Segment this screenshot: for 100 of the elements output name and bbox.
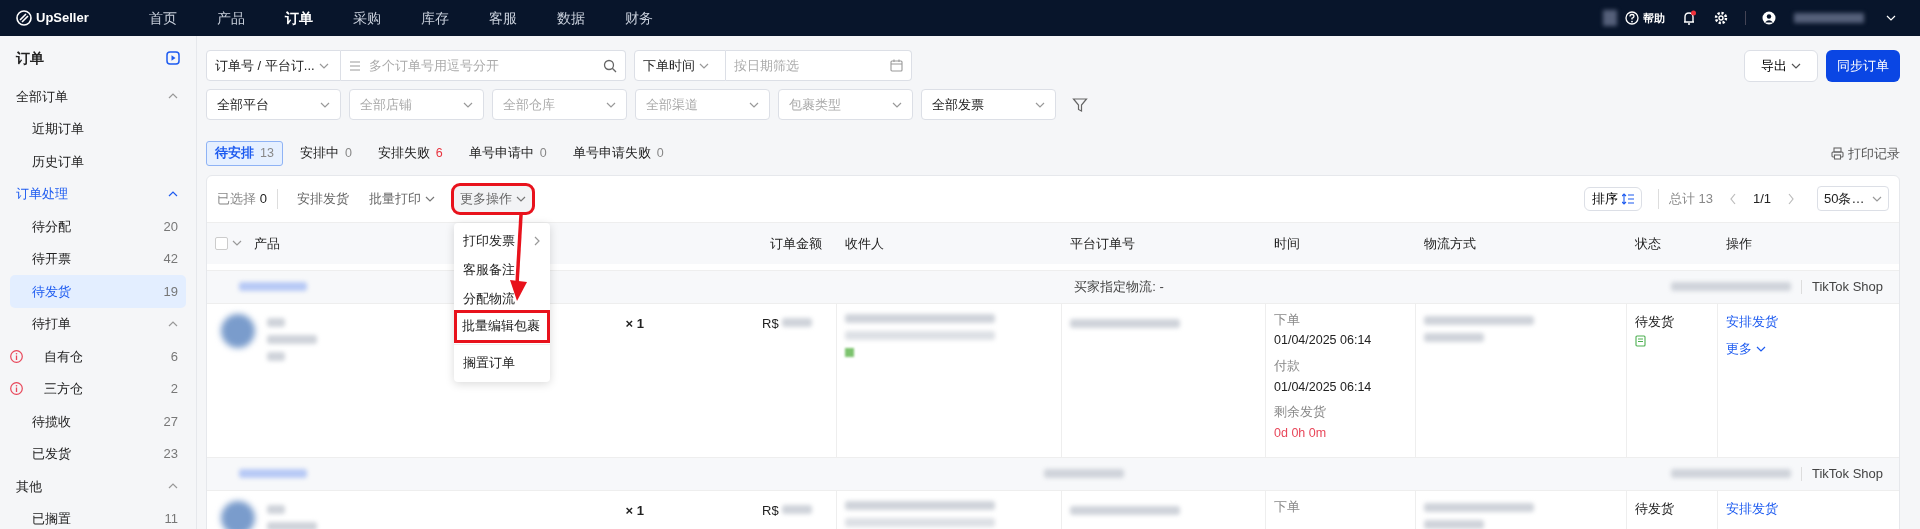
play-icon[interactable] [166, 51, 180, 65]
sidebar-item[interactable]: 待分配 20 [10, 210, 186, 243]
sidebar-item[interactable]: 全部订单 [10, 80, 186, 113]
calendar-icon [890, 59, 903, 72]
bell-icon[interactable] [1681, 10, 1697, 26]
search-icon [603, 58, 617, 73]
sidebar-item[interactable]: 订单处理 [10, 177, 186, 210]
select-all-checkbox[interactable] [215, 236, 228, 250]
note-icon [1635, 335, 1646, 348]
time-value: 01/04/2025 06:14 [1274, 378, 1373, 396]
sidebar-item[interactable]: 待开票 42 [10, 242, 186, 275]
more-link[interactable]: 更多 [1726, 339, 1766, 359]
date-type-select[interactable]: 下单时间 [634, 50, 726, 81]
nav-tab[interactable]: 采购 [332, 7, 401, 29]
status-tab[interactable]: 待安排 13 [206, 141, 283, 166]
nav-tab[interactable]: 数据 [536, 7, 605, 29]
filter-select[interactable]: 全部发票 [921, 89, 1056, 120]
logistics-note: 买家指定物流: - [1074, 278, 1164, 296]
menu-item[interactable]: 分配物流 [453, 284, 550, 314]
sidebar-item[interactable]: 其他 [10, 470, 186, 503]
time-label: 付款 [1274, 357, 1301, 375]
menu-item[interactable]: 批量编辑包裹 [456, 313, 547, 340]
currency: R$ [762, 314, 779, 333]
redacted-text [781, 504, 812, 514]
time-value: 01/04/2025 06:14 [1274, 332, 1373, 350]
sidebar-title: 订单 [16, 48, 44, 68]
toolbar-action[interactable]: 批量打印 [367, 188, 436, 210]
redacted-text [239, 469, 307, 479]
redacted-text [1794, 13, 1864, 23]
platform-name: TikTok Shop [1811, 278, 1883, 296]
sidebar-item[interactable]: 待打单 [10, 307, 186, 340]
column-header: 操作 [1726, 234, 1752, 253]
export-button[interactable]: 导出 [1744, 50, 1818, 82]
column-header: 时间 [1274, 234, 1300, 253]
filter-icon[interactable] [1072, 96, 1088, 113]
chevron-down-icon [1886, 13, 1896, 23]
chevron-down-icon [1791, 61, 1801, 71]
quantity: × 1 [625, 314, 644, 333]
currency: R$ [762, 501, 779, 520]
menu-item[interactable]: 搁置订单 [453, 349, 550, 378]
page-indicator: 1/1 [1752, 190, 1771, 208]
nav-tab[interactable]: 首页 [128, 7, 197, 29]
printer-icon [1831, 146, 1844, 160]
time-label: 下单 [1274, 310, 1301, 329]
sidebar-item[interactable]: 待发货 19 [10, 275, 186, 308]
sync-orders-button[interactable]: 同步订单 [1826, 50, 1900, 82]
settings-icon[interactable] [1713, 10, 1729, 26]
sidebar-item[interactable]: 近期订单 [10, 112, 186, 145]
status-tab[interactable]: 安排失败 6 [368, 141, 452, 166]
help-icon [1625, 11, 1639, 25]
column-header: 产品 [254, 234, 280, 253]
status-tab[interactable]: 单号申请失败 0 [563, 141, 673, 166]
order-status: 待发货 [1635, 312, 1675, 331]
remaining-time: 0d 0h 0m [1274, 424, 1328, 442]
toolbar-action[interactable]: 安排发货 [295, 188, 350, 210]
menu-item[interactable]: 打印发票 [453, 227, 550, 256]
column-header: 订单金额 [770, 234, 822, 253]
menu-item[interactable]: 客服备注 [453, 255, 550, 285]
sidebar-item[interactable]: 三方仓 2 [10, 372, 186, 405]
total-count: 总计 13 [1657, 189, 1713, 209]
redacted-text [267, 504, 285, 514]
sidebar-item[interactable]: 历史订单 [10, 145, 186, 178]
status-tab[interactable]: 安排中 0 [290, 141, 361, 166]
sidebar-item[interactable]: 已发货 23 [10, 437, 186, 470]
print-log-link[interactable]: 打印记录 [1831, 143, 1900, 164]
search-type-select[interactable]: 订单号 / 平台订... [206, 50, 341, 81]
toolbar-action[interactable]: 更多操作 [453, 186, 532, 212]
platform-name: TikTok Shop [1811, 465, 1883, 483]
arrange-shipment-link[interactable]: 安排发货 [1726, 498, 1778, 519]
redacted-text [239, 282, 307, 292]
quantity: × 1 [625, 501, 644, 520]
nav-tab[interactable]: 财务 [604, 7, 673, 29]
selected-count: 已选择 0 [217, 189, 278, 209]
page-size-select[interactable]: 50条… [1817, 186, 1889, 212]
nav-tab[interactable]: 客服 [468, 7, 537, 29]
nav-tab[interactable]: 库存 [400, 7, 469, 29]
product-thumbnail [221, 313, 255, 348]
time-label: 下单 [1274, 497, 1301, 516]
sort-button[interactable]: 排序 [1583, 186, 1642, 211]
column-header: 收件人 [845, 234, 884, 253]
sidebar-item[interactable]: 自有仓 6 [10, 340, 186, 373]
logo-icon [16, 10, 32, 26]
filter-select[interactable]: 全部平台 [206, 89, 341, 120]
nav-tab[interactable]: 产品 [196, 7, 265, 29]
status-tab[interactable]: 单号申请中 0 [459, 141, 556, 166]
sidebar-item[interactable]: 待揽收 27 [10, 405, 186, 438]
order-status: 待发货 [1635, 499, 1675, 518]
time-label: 剩余发货 [1274, 403, 1327, 422]
nav-tab[interactable]: 订单 [264, 7, 333, 29]
redacted-text [1424, 519, 1484, 529]
arrange-shipment-link[interactable]: 安排发货 [1726, 311, 1778, 332]
redacted-text [781, 317, 812, 327]
redacted-text [267, 521, 317, 529]
redacted-text [267, 334, 317, 344]
sort-icon [1621, 192, 1634, 205]
help-link[interactable]: 帮助 [1643, 9, 1665, 27]
sidebar-item[interactable]: 已搁置 11 [10, 502, 186, 529]
user-icon[interactable] [1762, 11, 1776, 25]
chevron-down-icon [1756, 344, 1766, 354]
logo-text[interactable]: UpSeller [36, 8, 89, 28]
